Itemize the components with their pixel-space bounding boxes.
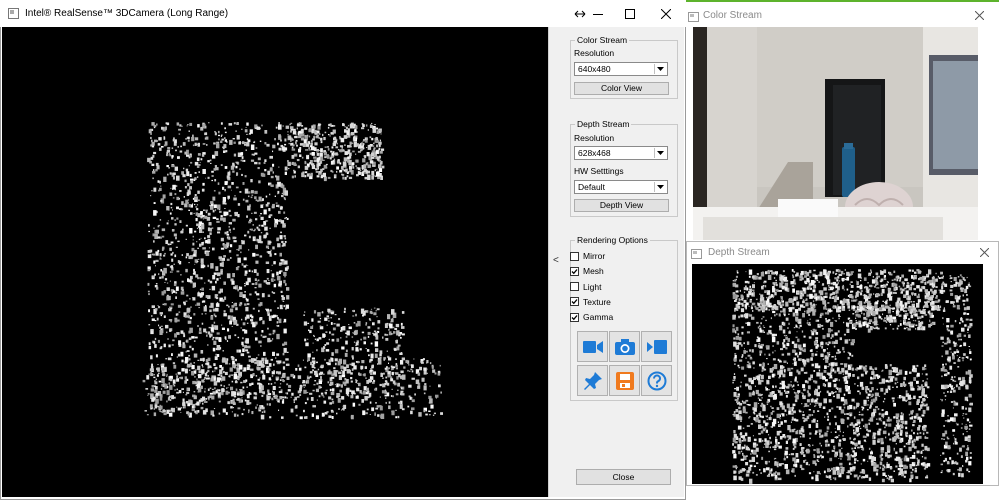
rendering-options-legend: Rendering Options: [577, 235, 648, 245]
rendering-option-label: Gamma: [583, 312, 614, 323]
color-stream-titlebar[interactable]: Color Stream: [686, 0, 999, 27]
close-icon[interactable]: [971, 7, 987, 23]
checkbox[interactable]: [570, 282, 579, 292]
rendering-option-mirror[interactable]: Mirror: [570, 250, 605, 262]
color-view-button[interactable]: Color View: [574, 82, 669, 95]
record-video-button[interactable]: [577, 331, 608, 362]
maximize-icon: [625, 8, 635, 19]
snapshot-button[interactable]: [609, 331, 640, 362]
color-resolution-select[interactable]: 640x480: [574, 62, 668, 76]
main-window: Intel® RealSense™ 3DCamera (Long Range) …: [0, 0, 686, 500]
checkbox[interactable]: [570, 312, 579, 322]
help-button[interactable]: [641, 365, 672, 396]
side-panel: Color Stream Resolution 640x480 Color Vi…: [564, 27, 684, 497]
chevron-down-icon: [654, 148, 666, 158]
rendering-option-texture[interactable]: Texture: [570, 296, 611, 308]
hw-settings-value: Default: [578, 182, 605, 192]
depth-stream-view: [692, 264, 983, 484]
app-icon: [8, 8, 19, 19]
pin-icon: [583, 371, 603, 391]
collapse-arrow-icon: <: [553, 255, 559, 266]
chevron-down-icon: [654, 64, 666, 74]
camera-icon: [614, 338, 636, 356]
record-toggle-icon: [646, 338, 668, 356]
save-button[interactable]: [609, 365, 640, 396]
color-stream-legend: Color Stream: [577, 35, 628, 45]
point-cloud-view[interactable]: [2, 27, 548, 497]
checkbox[interactable]: [570, 266, 579, 276]
minimize-button[interactable]: [580, 0, 616, 27]
point-cloud-render: [142, 122, 443, 420]
checkbox[interactable]: [570, 297, 579, 307]
checkbox[interactable]: [570, 251, 579, 261]
close-icon[interactable]: [976, 244, 992, 260]
color-resolution-label: Resolution: [574, 48, 615, 58]
color-resolution-value: 640x480: [578, 64, 611, 74]
hw-settings-label: HW Setttings: [574, 166, 624, 176]
rendering-option-label: Mirror: [583, 251, 606, 261]
window-icon: [688, 12, 699, 22]
help-icon: [647, 371, 667, 391]
panel-collapse-strip[interactable]: <: [548, 27, 565, 497]
depth-stream-window: Depth Stream: [686, 241, 999, 486]
close-button[interactable]: Close: [576, 469, 671, 485]
hw-settings-select[interactable]: Default: [574, 180, 668, 194]
window-icon: [691, 249, 702, 259]
video-camera-icon: [582, 338, 604, 356]
chevron-down-icon: [654, 182, 666, 192]
depth-resolution-value: 628x468: [578, 148, 611, 158]
color-stream-window: Color Stream: [686, 0, 999, 240]
rendering-option-mesh[interactable]: Mesh: [570, 265, 604, 277]
rendering-option-label: Texture: [583, 296, 611, 307]
rendering-option-label: Light: [583, 281, 602, 292]
depth-resolution-select[interactable]: 628x468: [574, 146, 668, 160]
pin-button[interactable]: [577, 365, 608, 396]
close-button[interactable]: [648, 0, 684, 27]
color-stream-title: Color Stream: [703, 10, 762, 21]
depth-stream-legend: Depth Stream: [577, 119, 630, 129]
rendering-option-label: Mesh: [583, 266, 604, 277]
depth-stream-title: Depth Stream: [708, 247, 770, 258]
rendering-option-gamma[interactable]: Gamma: [570, 311, 613, 323]
record-toggle-button[interactable]: [641, 331, 672, 362]
minimize-icon: [593, 9, 603, 19]
close-icon: [661, 8, 671, 19]
depth-view-button[interactable]: Depth View: [574, 199, 669, 212]
depth-map-render: [732, 269, 973, 484]
main-titlebar[interactable]: Intel® RealSense™ 3DCamera (Long Range): [0, 0, 686, 27]
rendering-option-light[interactable]: Light: [570, 281, 601, 293]
depth-resolution-label: Resolution: [574, 133, 615, 143]
color-stream-view: [693, 27, 978, 240]
save-icon: [615, 371, 635, 391]
maximize-button[interactable]: [612, 0, 648, 27]
color-camera-frame: [693, 27, 978, 240]
window-title: Intel® RealSense™ 3DCamera (Long Range): [25, 8, 229, 19]
